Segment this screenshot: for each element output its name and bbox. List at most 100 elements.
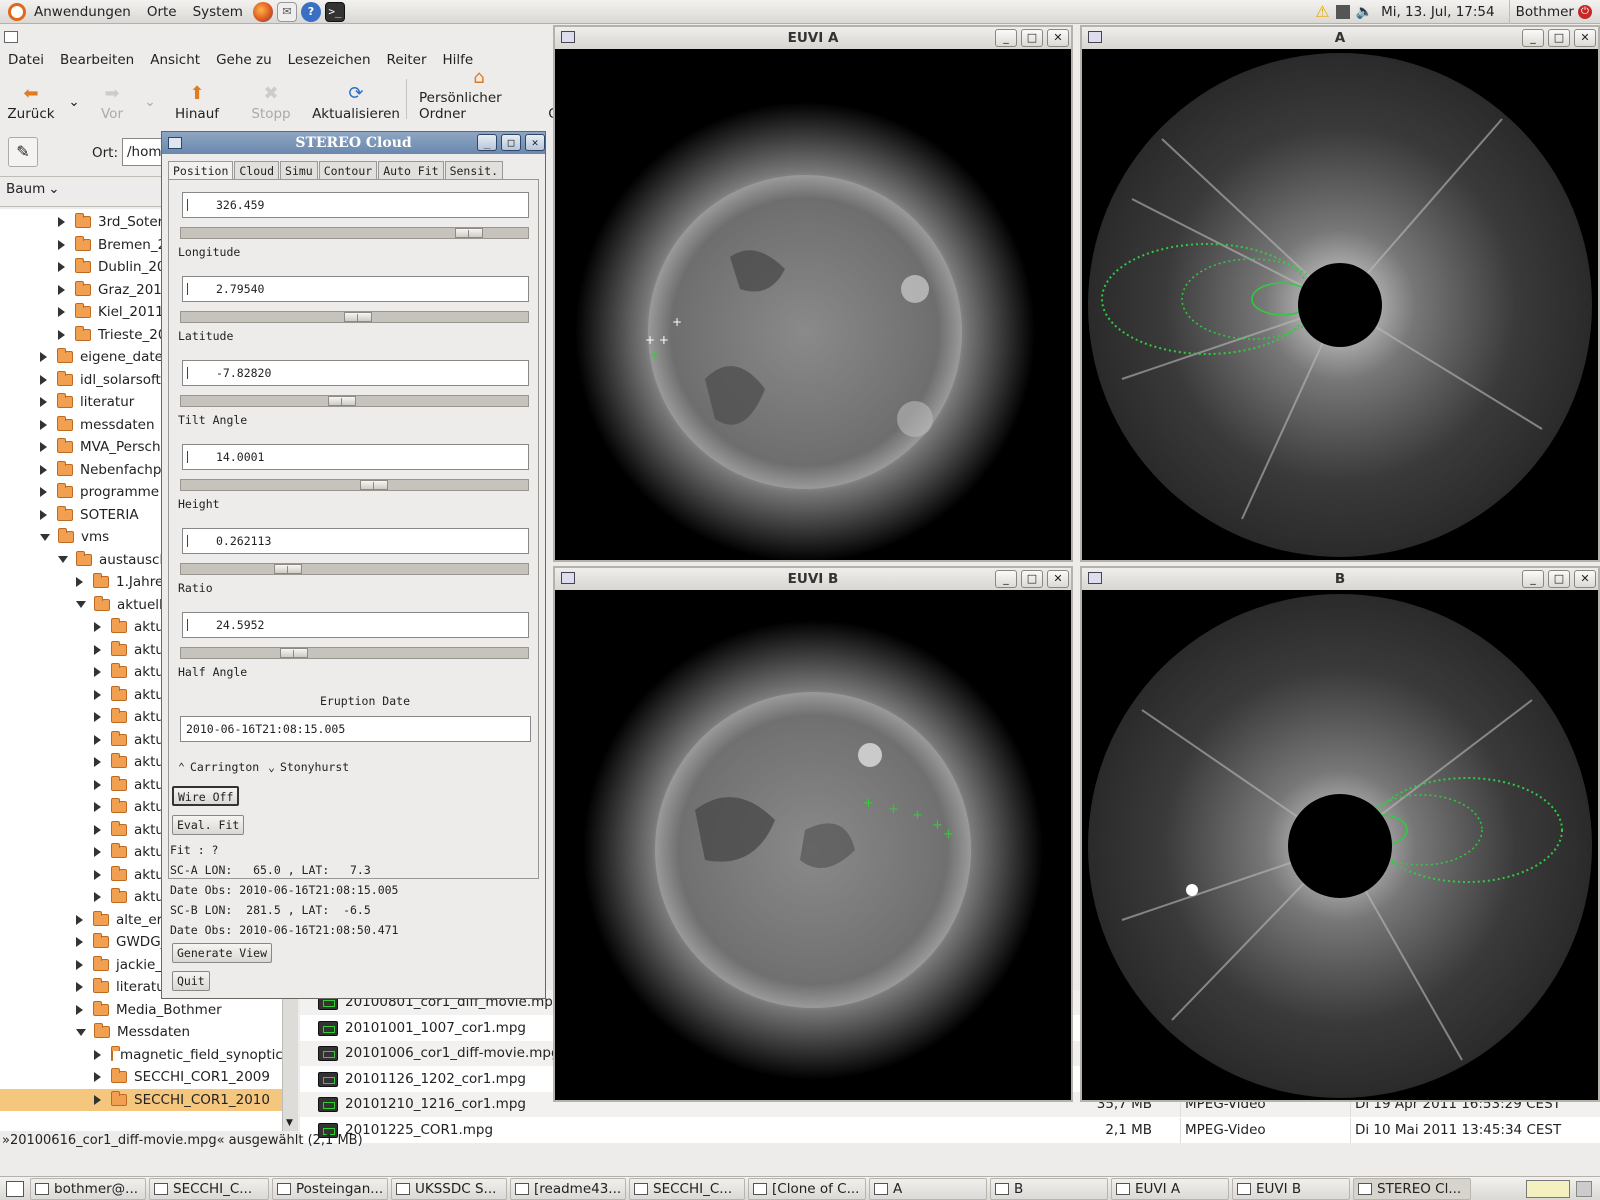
tab-contour[interactable]: Contour (318, 161, 378, 179)
expander-closed-icon[interactable] (94, 802, 101, 812)
minimize-button[interactable]: _ (477, 134, 497, 151)
tab-auto-fit[interactable]: Auto Fit (378, 161, 444, 179)
expander-closed-icon[interactable] (58, 239, 65, 250)
mail-launcher-icon[interactable]: ✉ (276, 1, 297, 22)
expander-closed-icon[interactable] (40, 397, 47, 407)
forward-button[interactable]: ➡ Vor (86, 76, 138, 123)
param-input[interactable]: 14.0001 (182, 444, 529, 470)
expander-closed-icon[interactable] (58, 329, 65, 340)
stonyhurst-radio[interactable]: ⌄ Stonyhurst (268, 760, 349, 774)
show-desktop-icon[interactable] (6, 1180, 24, 1197)
slider-thumb[interactable] (455, 228, 483, 238)
up-button[interactable]: ⬆ Hinauf (162, 76, 232, 123)
taskbar-button[interactable]: STEREO Cl... (1353, 1177, 1471, 1200)
slider-thumb[interactable] (280, 648, 308, 658)
menu-ansicht[interactable]: Ansicht (142, 52, 208, 68)
param-slider[interactable] (180, 479, 529, 491)
expander-closed-icon[interactable] (94, 824, 101, 835)
stop-button[interactable]: ✖ Stopp (232, 76, 310, 123)
taskbar-button[interactable]: bothmer@... (30, 1177, 146, 1200)
taskbar-button[interactable]: B (990, 1177, 1108, 1200)
expander-open-icon[interactable] (58, 556, 68, 563)
expander-closed-icon[interactable] (94, 689, 101, 700)
expander-closed-icon[interactable] (94, 667, 101, 677)
wire-off-button[interactable]: Wire Off (172, 786, 240, 806)
expander-closed-icon[interactable] (58, 284, 65, 295)
param-input[interactable]: 0.262113 (182, 528, 529, 554)
expander-closed-icon[interactable] (40, 352, 47, 362)
tab-simu[interactable]: Simu (280, 161, 318, 179)
taskbar-button[interactable]: EUVI B (1232, 1177, 1350, 1200)
param-slider[interactable] (180, 395, 529, 407)
minimize-button[interactable]: _ (995, 570, 1017, 588)
expander-open-icon[interactable] (76, 1028, 86, 1036)
help-launcher-icon[interactable]: ? (300, 1, 321, 22)
window-menu-icon[interactable] (561, 31, 575, 43)
expander-closed-icon[interactable] (58, 262, 65, 272)
minimize-button[interactable]: _ (1522, 29, 1544, 47)
expander-closed-icon[interactable] (76, 1004, 83, 1015)
close-button[interactable]: ✕ (1047, 570, 1069, 588)
window-title[interactable]: EUVI B (555, 568, 1071, 590)
param-slider[interactable] (180, 311, 529, 323)
cor-a-window[interactable]: A _ □ ✕ (1080, 25, 1600, 562)
tree-item[interactable]: SECCHI_COR1_2010 (0, 1088, 282, 1111)
expander-closed-icon[interactable] (76, 959, 83, 970)
cor-b-window[interactable]: B _ □ ✕ (1080, 566, 1600, 1102)
menu-datei[interactable]: Datei (0, 52, 52, 68)
maximize-button[interactable]: □ (1548, 29, 1570, 47)
menu-reiter[interactable]: Reiter (379, 52, 435, 68)
window-menu-icon[interactable] (1088, 31, 1102, 43)
taskbar-button[interactable]: Posteingan... (272, 1177, 388, 1200)
expander-closed-icon[interactable] (94, 779, 101, 790)
maximize-button[interactable]: □ (1548, 570, 1570, 588)
tab-cloud[interactable]: Cloud (234, 161, 280, 179)
window-menu-icon[interactable] (4, 31, 18, 43)
close-button[interactable]: ✕ (1574, 570, 1596, 588)
slider-thumb[interactable] (328, 396, 356, 406)
maximize-button[interactable]: □ (1021, 29, 1043, 47)
slider-thumb[interactable] (344, 312, 372, 322)
warning-icon[interactable]: ⚠ (1315, 2, 1329, 21)
slider-thumb[interactable] (360, 480, 388, 490)
expander-open-icon[interactable] (76, 601, 86, 608)
slider-thumb[interactable] (274, 564, 302, 574)
menu-lesezeichen[interactable]: Lesezeichen (280, 52, 379, 68)
sidebar-view-selector[interactable]: Baum ⌄ (6, 181, 60, 197)
euvi-b-window[interactable]: EUVI B _ □ ✕ + + + + + (553, 566, 1073, 1102)
menu-hilfe[interactable]: Hilfe (435, 52, 482, 68)
home-folder-button[interactable]: ⌂ Persönlicher Ordner (411, 67, 547, 122)
menu-bearbeiten[interactable]: Bearbeiten (52, 52, 142, 68)
menu-applications[interactable]: Anwendungen (26, 0, 139, 24)
param-input[interactable]: -7.82820 (182, 360, 529, 386)
maximize-button[interactable]: □ (501, 134, 521, 151)
close-button[interactable]: ✕ (1574, 29, 1596, 47)
expander-closed-icon[interactable] (94, 847, 101, 857)
param-input[interactable]: 2.79540 (182, 276, 529, 302)
taskbar-button[interactable]: [Clone of C... (748, 1177, 866, 1200)
expander-closed-icon[interactable] (40, 374, 47, 385)
expander-closed-icon[interactable] (94, 712, 101, 722)
expander-closed-icon[interactable] (94, 734, 101, 745)
expander-closed-icon[interactable] (40, 509, 47, 520)
menu-system[interactable]: System (185, 0, 251, 24)
expander-closed-icon[interactable] (94, 757, 101, 767)
tree-item[interactable]: Media_Bothmer (0, 999, 282, 1021)
expander-closed-icon[interactable] (94, 1072, 101, 1082)
expander-closed-icon[interactable] (40, 487, 47, 497)
expander-closed-icon[interactable] (94, 644, 101, 655)
expander-closed-icon[interactable] (94, 1094, 101, 1105)
close-button[interactable]: ✕ (1047, 29, 1069, 47)
ubuntu-logo-icon[interactable] (8, 2, 26, 21)
location-edit-toggle-icon[interactable]: ✎ (8, 137, 38, 167)
window-title[interactable]: B (1082, 568, 1598, 590)
minimize-button[interactable]: _ (995, 29, 1017, 47)
back-history-dropdown[interactable]: ⌄ (62, 76, 86, 122)
taskbar-button[interactable]: [readme43... (510, 1177, 626, 1200)
terminal-launcher-icon[interactable]: >_ (324, 1, 345, 22)
euvi-a-window[interactable]: EUVI A _ □ ✕ + + + + (553, 25, 1073, 562)
firefox-launcher-icon[interactable] (252, 1, 273, 22)
generate-view-button[interactable]: Generate View (172, 943, 273, 963)
expander-closed-icon[interactable] (94, 892, 101, 902)
expander-closed-icon[interactable] (40, 419, 47, 430)
